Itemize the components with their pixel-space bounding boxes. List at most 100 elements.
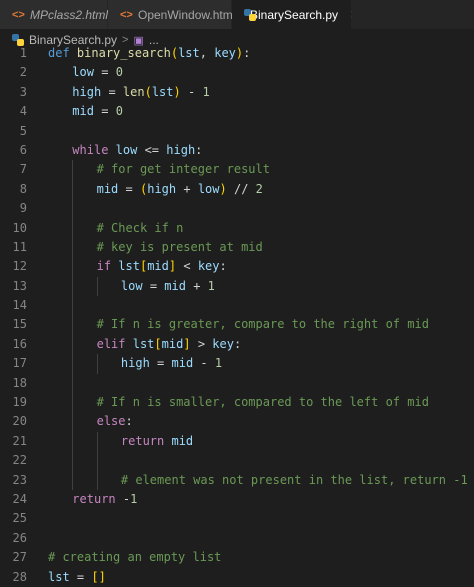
indent-guide bbox=[72, 237, 74, 258]
tab-mpclass2[interactable]: <> MPclass2.html bbox=[0, 0, 108, 29]
line-number: 2 bbox=[19, 65, 27, 80]
code-text: mid = 0 bbox=[72, 104, 123, 119]
indent-guide bbox=[96, 354, 98, 374]
code-text: lst = [] bbox=[48, 569, 106, 584]
code-line: 12 if lst[mid] < key: bbox=[0, 257, 474, 277]
line-number: 24 bbox=[12, 491, 27, 506]
indent-guide bbox=[72, 373, 74, 394]
code-line: 20 else: bbox=[0, 412, 474, 432]
indent-guide bbox=[72, 160, 74, 180]
code-line: 7 # for get integer result bbox=[0, 160, 474, 180]
editor-tab-bar: <> MPclass2.html <> OpenWindow.html Bina… bbox=[0, 0, 474, 30]
code-line: 21 return mid bbox=[0, 431, 474, 452]
tab-openwindow[interactable]: <> OpenWindow.html bbox=[108, 0, 236, 29]
code-line: 9 bbox=[0, 199, 474, 219]
tab-label: OpenWindow.html bbox=[138, 7, 236, 22]
indent-guide bbox=[96, 431, 98, 452]
line-number: 17 bbox=[12, 356, 27, 371]
line-number: 4 bbox=[19, 104, 27, 119]
indent-guide bbox=[72, 315, 74, 335]
code-text: high = len(lst) - 1 bbox=[72, 84, 210, 99]
line-number: 22 bbox=[12, 453, 27, 468]
line-number: 26 bbox=[12, 530, 27, 545]
line-number: 13 bbox=[12, 278, 27, 293]
indent-guide bbox=[72, 296, 74, 316]
code-text: def binary_search(lst, key): bbox=[48, 46, 251, 60]
code-text: low = mid + 1 bbox=[120, 278, 215, 293]
code-text: elif lst[mid] > key: bbox=[96, 336, 242, 351]
line-number: 9 bbox=[19, 201, 27, 216]
line-number: 14 bbox=[12, 298, 27, 313]
code-line: 4 mid = 0 bbox=[0, 102, 474, 121]
line-number: 15 bbox=[12, 317, 27, 332]
tab-bar-empty-area bbox=[352, 0, 474, 29]
code-line: 27 # creating an empty list bbox=[0, 548, 474, 567]
code-text: # If n is smaller, compared to the left … bbox=[96, 395, 429, 410]
code-text: # Check if n bbox=[96, 220, 184, 235]
indent-guide bbox=[72, 451, 74, 471]
indent-guide bbox=[72, 199, 74, 219]
line-number: 10 bbox=[12, 220, 27, 235]
code-line: 22 bbox=[0, 451, 474, 471]
line-number: 5 bbox=[19, 123, 27, 138]
line-number: 16 bbox=[12, 336, 27, 351]
code-line: 15 # If n is greater, compare to the righ… bbox=[0, 315, 474, 335]
code-text: high = mid - 1 bbox=[120, 356, 223, 371]
code-line: 25 bbox=[0, 509, 474, 528]
line-number: 19 bbox=[12, 395, 27, 410]
code-line: 26 bbox=[0, 529, 474, 548]
line-number: 21 bbox=[12, 433, 27, 448]
code-text: else: bbox=[96, 414, 133, 429]
code-line: 11 # key is present at mid bbox=[0, 237, 474, 258]
code-line: 23 # element was not present in the list,… bbox=[0, 470, 474, 490]
line-number: 25 bbox=[12, 511, 27, 526]
code-line: 6 while low <= high: bbox=[0, 141, 474, 160]
tab-label: BinarySearch.py bbox=[250, 7, 339, 22]
indent-guide bbox=[96, 451, 98, 471]
code-line: 10 # Check if n bbox=[0, 218, 474, 238]
code-line: 17 high = mid - 1 bbox=[0, 354, 474, 374]
code-editor[interactable]: 1 def binary_search(lst, key): 2 low = 0 3… bbox=[0, 44, 474, 584]
code-text: # element was not present in the list, r… bbox=[120, 472, 468, 487]
code-line: 3 high = len(lst) - 1 bbox=[0, 83, 474, 102]
line-number: 12 bbox=[12, 259, 27, 274]
line-number: 11 bbox=[12, 239, 27, 254]
indent-guide bbox=[72, 470, 74, 490]
line-number: 3 bbox=[19, 84, 27, 99]
indent-guide bbox=[72, 393, 74, 413]
line-number: 20 bbox=[12, 414, 27, 429]
line-number: 18 bbox=[12, 375, 27, 390]
line-number: 6 bbox=[19, 142, 27, 157]
code-line: 2 low = 0 bbox=[0, 63, 474, 82]
code-line: 24 return -1 bbox=[0, 490, 474, 509]
code-line: 18 bbox=[0, 373, 474, 394]
code-text: while low <= high: bbox=[72, 142, 203, 157]
tab-label: MPclass2.html bbox=[30, 7, 109, 22]
indent-guide bbox=[72, 257, 74, 277]
line-number: 27 bbox=[12, 550, 27, 565]
code-line: 14 bbox=[0, 296, 474, 316]
code-line: 8 mid = (high + low) // 2 bbox=[0, 179, 474, 200]
indent-guide bbox=[96, 276, 98, 297]
code-line: 5 bbox=[0, 122, 474, 141]
code-line: 13 low = mid + 1 bbox=[0, 276, 474, 297]
indent-guide bbox=[72, 412, 74, 432]
indent-guide bbox=[72, 431, 74, 452]
indent-guide bbox=[72, 334, 74, 355]
code-text: # key is present at mid bbox=[96, 239, 263, 254]
code-line: 19 # If n is smaller, compared to the lef… bbox=[0, 393, 474, 413]
code-text: if lst[mid] < key: bbox=[96, 259, 227, 274]
html-file-icon: <> bbox=[12, 8, 25, 21]
code-line: 16 elif lst[mid] > key: bbox=[0, 334, 474, 355]
indent-guide bbox=[72, 276, 74, 297]
line-number: 23 bbox=[12, 472, 27, 487]
code-text: # If n is greater, compare to the right … bbox=[96, 317, 429, 332]
tab-binarysearch[interactable]: BinarySearch.py ✕ bbox=[232, 0, 361, 29]
line-number: 8 bbox=[19, 181, 27, 196]
line-number: 7 bbox=[19, 162, 27, 177]
code-line: 1 def binary_search(lst, key): bbox=[0, 44, 474, 63]
html-file-icon: <> bbox=[120, 8, 133, 21]
line-number: 1 bbox=[19, 46, 27, 60]
code-text: return mid bbox=[120, 433, 194, 448]
code-text: # for get integer result bbox=[96, 162, 270, 177]
